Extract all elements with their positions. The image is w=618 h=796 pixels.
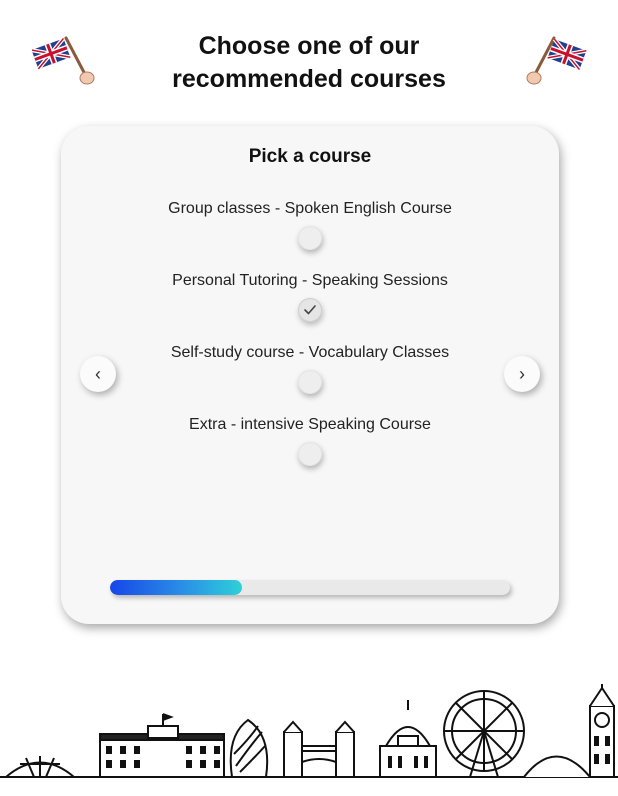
previous-button[interactable]: ‹ (80, 356, 116, 392)
uk-flag-icon (31, 36, 96, 90)
checkmark-icon (304, 305, 316, 315)
uk-flag-icon (524, 36, 588, 90)
course-option-label: Personal Tutoring - Speaking Sessions (172, 272, 448, 289)
course-option-label: Group classes - Spoken English Course (168, 200, 452, 217)
progress-fill (110, 580, 242, 595)
course-radio[interactable] (298, 370, 322, 394)
page-header: Choose one of our recommended courses (0, 0, 618, 110)
progress-bar (110, 580, 510, 595)
course-option-extra-intensive[interactable]: Extra - intensive Speaking Course (61, 416, 559, 476)
next-button[interactable]: › (504, 356, 540, 392)
course-radio[interactable] (298, 442, 322, 466)
card-title: Pick a course (248, 146, 372, 167)
course-option-label: Extra - intensive Speaking Course (189, 416, 431, 433)
course-option-group-classes[interactable]: Group classes - Spoken English Course (61, 200, 559, 260)
course-option-self-study[interactable]: Self-study course - Vocabulary Classes (61, 344, 559, 404)
course-picker-card: Pick a course Group classes - Spoken Eng… (61, 126, 559, 624)
page-title: Choose one of our recommended courses (172, 32, 446, 93)
london-skyline-illustration (0, 676, 618, 791)
course-radio[interactable] (298, 226, 322, 250)
course-option-personal-tutoring[interactable]: Personal Tutoring - Speaking Sessions (61, 272, 559, 332)
course-option-label: Self-study course - Vocabulary Classes (170, 344, 450, 361)
course-radio-selected[interactable] (298, 298, 322, 322)
